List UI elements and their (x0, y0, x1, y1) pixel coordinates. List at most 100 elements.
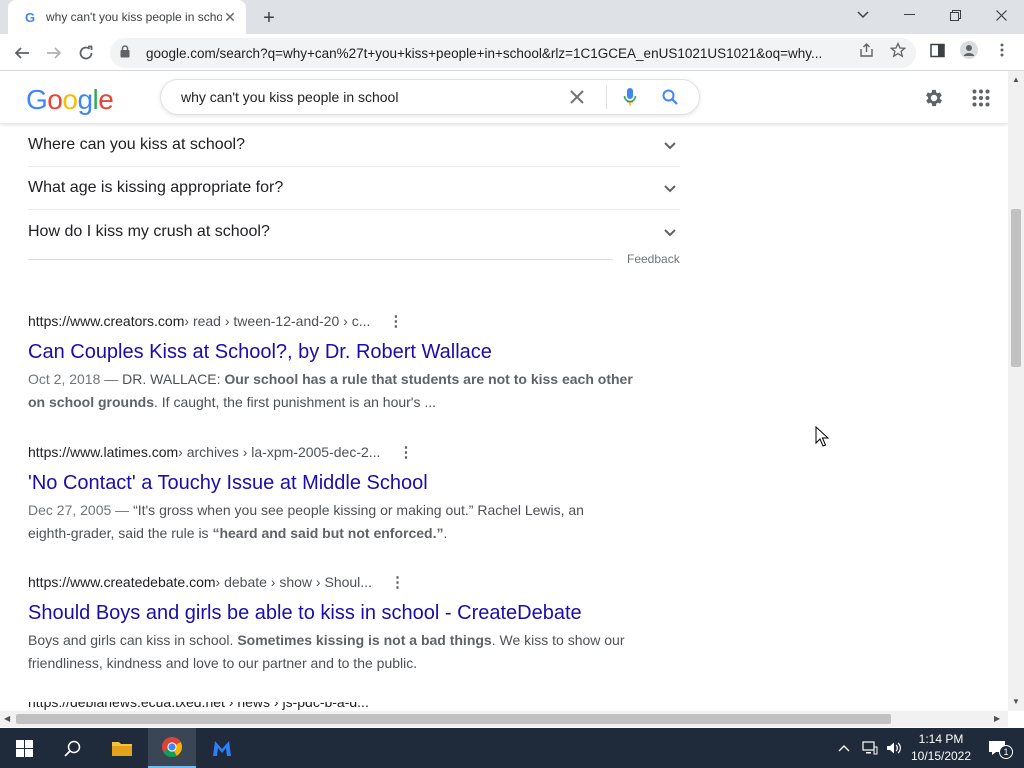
show-hidden-icons-icon[interactable] (838, 728, 854, 768)
result-snippet: Boys and girls can kiss in school. Somet… (28, 629, 628, 675)
chrome-taskbar-icon[interactable] (148, 728, 196, 768)
browser-menu-icon[interactable] (993, 41, 1011, 59)
clear-search-icon[interactable] (566, 86, 588, 108)
scroll-right-arrow-icon[interactable]: ▶ (994, 714, 1000, 723)
more-options-icon[interactable]: ⋮ (398, 443, 413, 461)
divider (28, 259, 613, 260)
horizontal-scrollbar[interactable]: ◀ ▶ (0, 711, 1008, 727)
taskbar-search-icon[interactable] (48, 728, 96, 768)
snippet-highlight: Sometimes kissing is not a bad things (237, 632, 492, 648)
search-box[interactable]: why can't you kiss people in school (160, 79, 700, 115)
browser-tab[interactable]: G why can't you kiss people in scho ✕ (8, 0, 246, 34)
search-icon[interactable] (659, 86, 681, 108)
mouse-cursor-icon (815, 425, 830, 452)
vertical-scrollbar[interactable]: ▲ ▼ (1008, 71, 1024, 711)
result-cite[interactable]: https://www.latimes.com › archives › la-… (28, 442, 648, 462)
result-snippet: Oct 2, 2018 — DR. WALLACE: Our school ha… (28, 368, 648, 414)
google-logo[interactable]: Google (26, 84, 114, 116)
logo-letter: o (62, 84, 78, 115)
logo-letter: g (77, 84, 93, 115)
side-panel-icon[interactable] (928, 41, 946, 59)
result-snippet: Dec 27, 2005 — “It's gross when you see … (28, 499, 598, 545)
malwarebytes-icon[interactable] (198, 728, 246, 768)
network-icon[interactable] (862, 728, 880, 768)
more-options-icon[interactable]: ⋮ (390, 573, 405, 591)
result-title-link[interactable]: Should Boys and girls be able to kiss in… (28, 600, 648, 626)
search-input[interactable]: why can't you kiss people in school (181, 89, 566, 105)
new-tab-icon[interactable]: + (258, 7, 280, 29)
result-domain: https://www.creators.com (28, 313, 185, 329)
chevron-down-icon[interactable] (664, 137, 676, 153)
windows-taskbar: 1:14 PM 10/15/2022 1 (0, 728, 1024, 768)
system-clock[interactable]: 1:14 PM 10/15/2022 (910, 731, 972, 765)
tab-strip: G why can't you kiss people in scho ✕ + (0, 0, 1024, 34)
related-question-row[interactable]: Where can you kiss at school? (28, 124, 680, 167)
related-question-row[interactable]: How do I kiss my crush at school? (28, 210, 680, 253)
chevron-down-icon[interactable] (664, 224, 676, 240)
windows-start-icon[interactable] (0, 728, 48, 768)
result-title-link[interactable]: Can Couples Kiss at School?, by Dr. Robe… (28, 339, 648, 365)
result-date: Dec 27, 2005 — (28, 502, 134, 518)
result-domain: https://www.latimes.com (28, 444, 179, 460)
bookmark-star-icon[interactable] (889, 41, 907, 59)
scroll-left-arrow-icon[interactable]: ◀ (4, 714, 10, 723)
clock-time: 1:14 PM (918, 732, 964, 746)
profile-avatar-icon[interactable] (960, 41, 978, 59)
search-result-partial: https://debianews.ecua.txed.net › news ›… (28, 702, 648, 711)
clock-date: 10/15/2022 (910, 749, 972, 763)
result-path: › read › tween-12-and-20 › c... (184, 313, 371, 329)
tab-close-icon[interactable]: ✕ (222, 9, 238, 25)
logo-letter: o (47, 84, 63, 115)
result-path: › archives › la-xpm-2005-dec-2... (178, 444, 381, 460)
back-arrow-icon[interactable] (9, 40, 35, 66)
reload-icon[interactable] (73, 40, 99, 66)
google-apps-icon[interactable] (968, 85, 994, 111)
forward-arrow-icon[interactable] (41, 40, 67, 66)
search-result: https://www.latimes.com › archives › la-… (28, 442, 648, 545)
browser-toolbar: google.com/search?q=why+can%27t+you+kiss… (0, 34, 1024, 71)
scroll-up-arrow-icon[interactable]: ▲ (1012, 75, 1020, 84)
lock-icon[interactable] (120, 45, 136, 61)
feedback-link[interactable]: Feedback (627, 252, 680, 266)
result-cite[interactable]: https://www.creators.com › read › tween-… (28, 311, 648, 331)
scroll-down-arrow-icon[interactable]: ▼ (1012, 697, 1020, 706)
scrollbar-thumb[interactable] (16, 714, 891, 724)
related-question-row[interactable]: What age is kissing appropriate for? (28, 167, 680, 210)
url-text[interactable]: google.com/search?q=why+can%27t+you+kiss… (146, 46, 846, 61)
result-domain: https://www.createdebate.com (28, 574, 216, 590)
google-header: Google why can't you kiss people in scho… (0, 71, 1008, 124)
more-options-icon[interactable]: ⋮ (388, 312, 403, 330)
snippet-highlight: “heard and said but not enforced.” (212, 525, 444, 541)
settings-gear-icon[interactable] (921, 85, 947, 111)
result-cite[interactable]: https://debianews.ecua.txed.net › news ›… (28, 702, 648, 711)
share-icon[interactable] (857, 41, 875, 59)
tab-title: why can't you kiss people in scho (46, 10, 222, 24)
voice-search-icon[interactable] (619, 86, 641, 108)
result-path: › debate › show › Shoul... (215, 574, 372, 590)
scrollbar-thumb[interactable] (1011, 209, 1021, 367)
result-title-link[interactable]: 'No Contact' a Touchy Issue at Middle Sc… (28, 470, 648, 496)
result-cite[interactable]: https://www.createdebate.com › debate › … (28, 572, 648, 592)
address-bar[interactable]: google.com/search?q=why+can%27t+you+kiss… (110, 38, 916, 68)
chevron-down-icon[interactable] (664, 180, 676, 196)
tab-search-icon[interactable] (840, 0, 886, 30)
google-favicon-icon: G (24, 9, 36, 25)
related-question-text: Where can you kiss at school? (28, 136, 245, 153)
search-divider (606, 85, 607, 109)
related-question-text: What age is kissing appropriate for? (28, 179, 284, 196)
close-window-icon[interactable] (978, 0, 1024, 30)
volume-icon[interactable] (886, 728, 904, 768)
search-result: https://www.createdebate.com › debate › … (28, 572, 648, 675)
file-explorer-icon[interactable] (98, 728, 146, 768)
logo-letter: G (26, 84, 48, 115)
restore-icon[interactable] (932, 0, 978, 30)
logo-letter: e (98, 84, 114, 115)
minimize-icon[interactable] (886, 0, 932, 30)
snippet-text: . If caught, the first punishment is an … (154, 394, 437, 410)
search-result: https://www.creators.com › read › tween-… (28, 311, 648, 414)
snippet-text: Boys and girls can kiss in school. (28, 632, 238, 648)
result-date: Oct 2, 2018 — (28, 371, 123, 387)
action-center-icon[interactable]: 1 (982, 728, 1013, 768)
snippet-text: DR. WALLACE: (122, 371, 225, 387)
snippet-text: . (443, 525, 448, 541)
